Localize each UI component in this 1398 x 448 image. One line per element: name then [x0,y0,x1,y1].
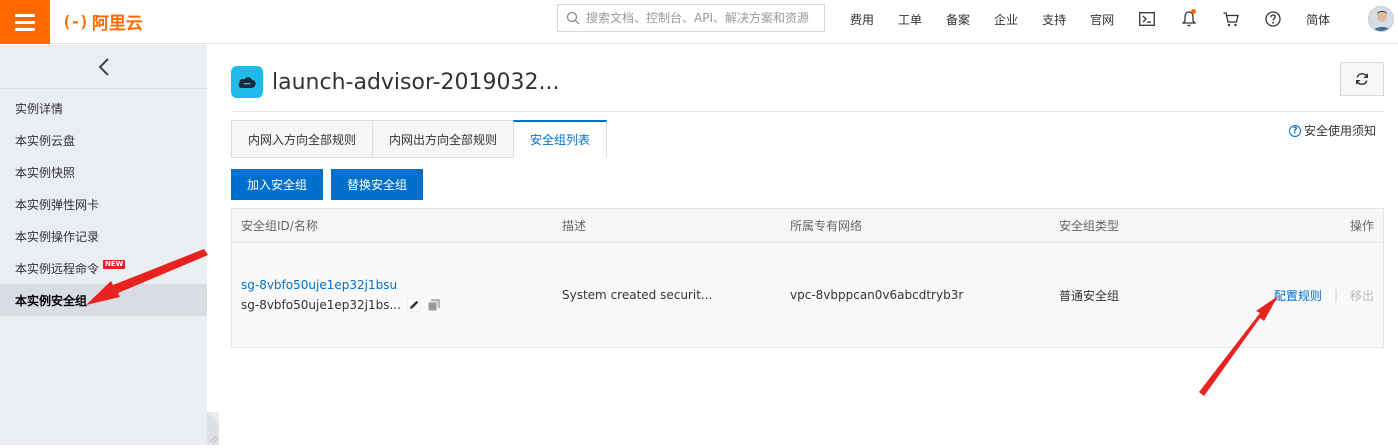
nav-icp[interactable]: 备案 [934,11,982,28]
refresh-icon [1356,73,1369,85]
cell-id-name: sg-8vbfo50uje1ep32j1bsu sg-8vbfo50uje1ep… [241,278,441,312]
aliyun-logo[interactable]: (-) 阿里云 [62,9,143,34]
sidebar-item-label: 本实例安全组 [15,293,88,308]
table-header: 安全组ID/名称 描述 所属专有网络 安全组类型 操作 [232,209,1383,243]
page-title: launch-advisor-2019032... [272,69,560,95]
replace-security-group-button[interactable]: 替换安全组 [331,169,424,200]
menu-line [15,27,35,31]
new-badge: NEW [103,259,126,269]
refresh-button[interactable] [1340,62,1384,96]
action-separator: | [1333,288,1338,302]
sidebar-item-label: 本实例弹性网卡 [15,197,100,212]
top-nav: 费用 工单 备案 企业 支持 官网 简体 [838,0,1342,38]
sidebar-item-label: 本实例远程命令 [15,261,100,276]
tab-security-group-list[interactable]: 安全组列表 [513,120,608,158]
sidebar-item-label: 本实例云盘 [15,133,76,148]
nav-support[interactable]: 支持 [1030,11,1078,28]
language-switch[interactable]: 简体 [1294,11,1342,28]
cell-actions: 配置规则 | 移出 [1274,287,1374,304]
column-header-id: 安全组ID/名称 [241,219,318,233]
column-header-type: 安全组类型 [1059,219,1120,233]
security-group-name: sg-8vbfo50uje1ep32j1bs... [241,298,441,312]
sidebar-item-instance-details[interactable]: 实例详情 [0,92,207,124]
column-header-actions: 操作 [1349,219,1374,233]
security-group-table: 安全组ID/名称 描述 所属专有网络 安全组类型 操作 sg-8vbfo50uj… [231,208,1384,348]
security-group-id-link[interactable]: sg-8vbfo50uje1ep32j1bsu [241,278,441,292]
search-input[interactable] [586,11,816,25]
logo-mark: (-) [62,11,89,31]
sidebar-item-label: 实例详情 [15,101,64,116]
sidebar-fold-handle[interactable] [207,412,219,445]
question-circle-icon: ? [1289,124,1301,137]
security-group-name-text: sg-8vbfo50uje1ep32j1bs... [241,298,401,312]
remove-link[interactable]: 移出 [1350,287,1374,304]
sidebar-item-eni[interactable]: 本实例弹性网卡 [0,188,207,220]
tab-bar: 内网入方向全部规则 内网出方向全部规则 安全组列表 [231,120,608,158]
menu-line [15,13,35,17]
menu-line [15,20,35,24]
avatar[interactable] [1368,6,1394,32]
nav-enterprise[interactable]: 企业 [982,11,1030,28]
edit-icon[interactable] [406,298,421,312]
chevron-left-icon [98,57,109,76]
tab-inbound-rules[interactable]: 内网入方向全部规则 [231,120,373,158]
sidebar-item-label: 本实例操作记录 [15,229,100,244]
nav-billing[interactable]: 费用 [838,11,886,28]
divider [231,111,1384,112]
copy-icon[interactable] [427,298,441,312]
cell-type: 普通安全组 [1059,288,1120,303]
add-security-group-button[interactable]: 加入安全组 [231,169,324,200]
sidebar-item-security-groups[interactable]: 本实例安全组 [0,284,207,316]
nav-official-site[interactable]: 官网 [1078,11,1126,28]
terminal-icon[interactable] [1126,0,1168,38]
configure-rules-link[interactable]: 配置规则 [1274,287,1322,304]
table-row: sg-8vbfo50uje1ep32j1bsu sg-8vbfo50uje1ep… [232,243,1383,347]
nav-tickets[interactable]: 工单 [886,11,934,28]
column-header-description: 描述 [562,219,587,233]
global-search[interactable] [557,4,825,32]
sidebar-item-operation-logs[interactable]: 本实例操作记录 [0,220,207,252]
bell-icon[interactable] [1168,0,1210,38]
sidebar-item-label: 本实例快照 [15,165,76,180]
column-header-vpc: 所属专有网络 [790,219,863,233]
cell-description: System created securit... [562,288,713,302]
security-notice-link[interactable]: ? 安全使用须知 [1289,122,1376,139]
sidebar-item-remote-commands[interactable]: 本实例远程命令 NEW [0,252,207,284]
sidebar-list: 实例详情 本实例云盘 本实例快照 本实例弹性网卡 本实例操作记录 本实例远程命令… [0,92,207,316]
cell-vpc: vpc-8vbppcan0v6abcdtryb3r [790,288,964,302]
sidebar: 实例详情 本实例云盘 本实例快照 本实例弹性网卡 本实例操作记录 本实例远程命令… [0,45,207,445]
action-buttons: 加入安全组 替换安全组 [231,169,424,200]
sidebar-item-snapshots[interactable]: 本实例快照 [0,156,207,188]
sidebar-item-disks[interactable]: 本实例云盘 [0,124,207,156]
instance-cloud-icon [231,66,263,98]
search-icon [566,11,580,25]
hamburger-menu-button[interactable] [0,0,50,44]
page-header: launch-advisor-2019032... [231,62,560,102]
tab-outbound-rules[interactable]: 内网出方向全部规则 [372,120,514,158]
cart-icon[interactable] [1210,0,1252,38]
logo-text: 阿里云 [91,13,143,34]
collapse-sidebar-button[interactable] [0,45,207,89]
top-bar: (-) 阿里云 费用 工单 备案 企业 支持 官网 简体 [0,0,1398,44]
help-icon[interactable] [1252,0,1294,38]
security-notice-label: 安全使用须知 [1304,124,1377,138]
